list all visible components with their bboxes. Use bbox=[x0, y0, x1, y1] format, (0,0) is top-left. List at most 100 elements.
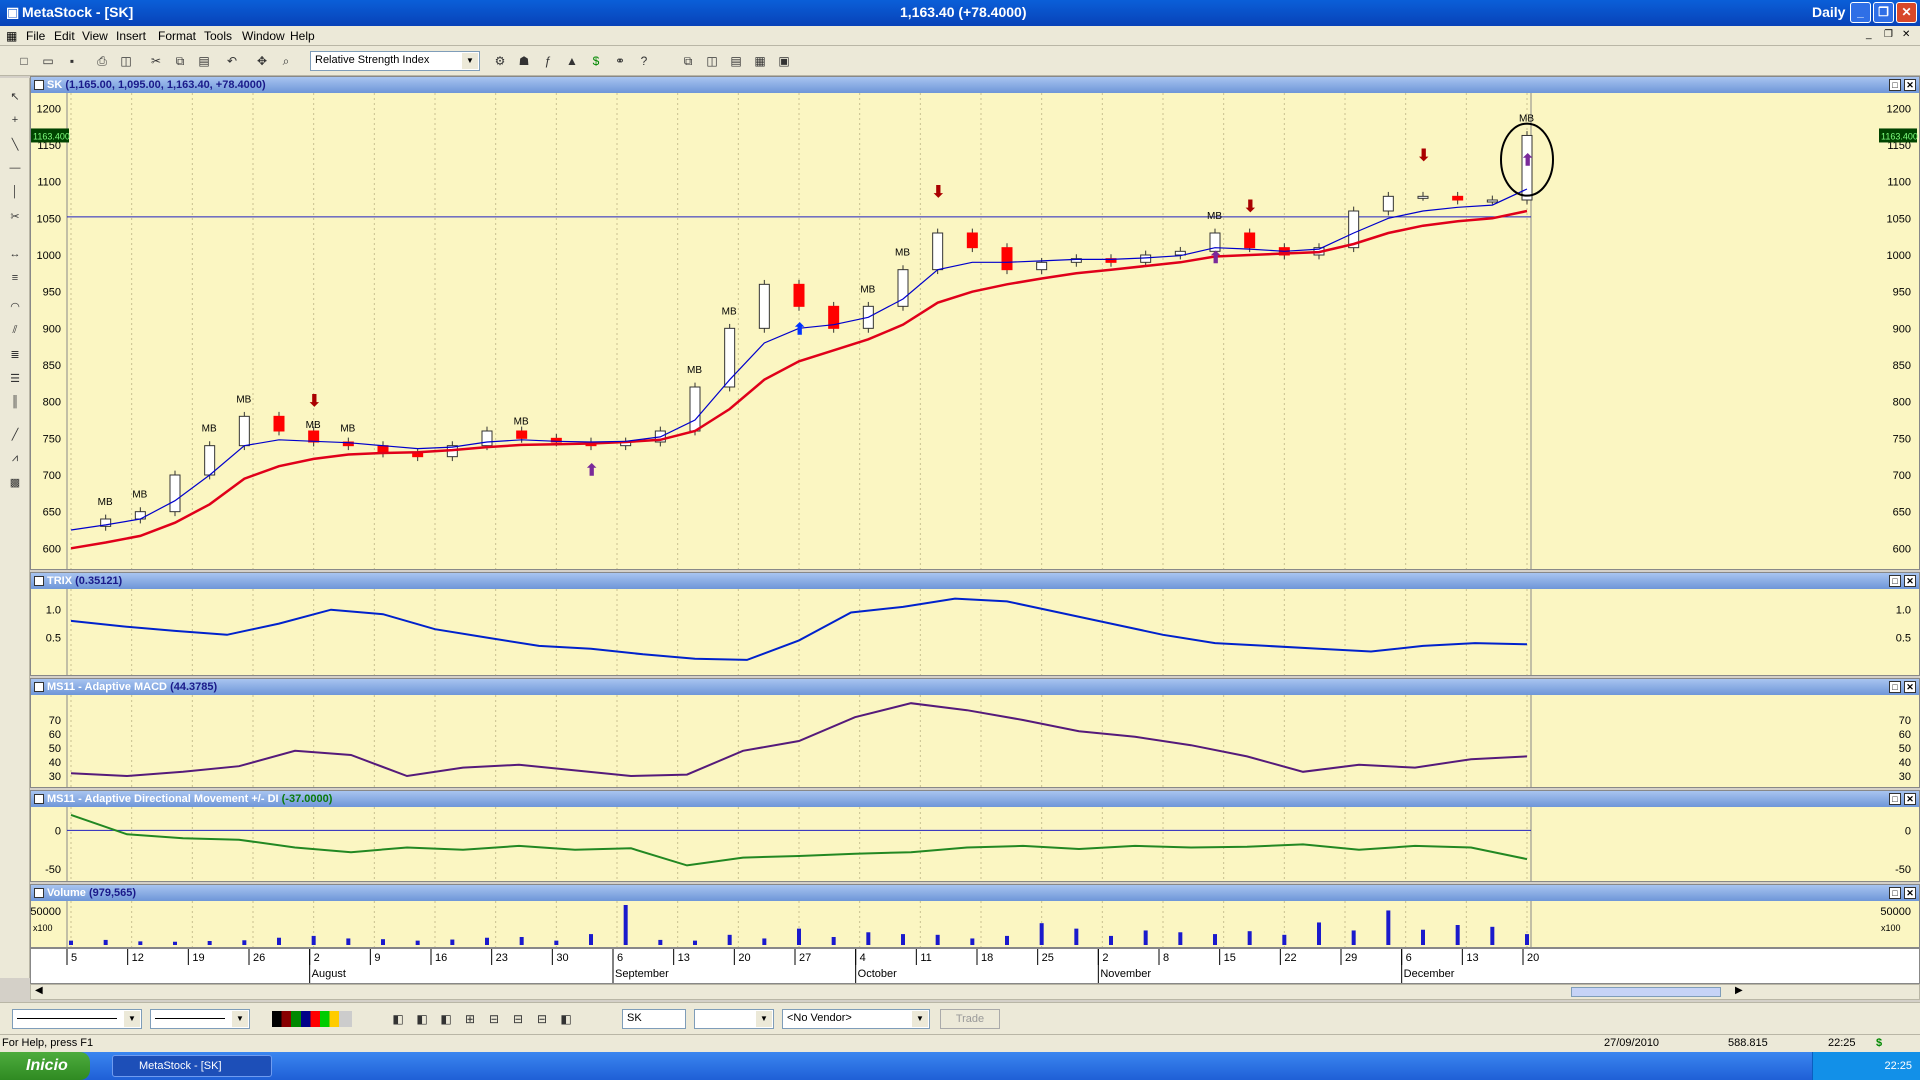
indicator-select[interactable]: Relative Strength Index ▼ bbox=[310, 51, 480, 71]
scroll-thumb[interactable] bbox=[1571, 987, 1721, 997]
fibonacci-icon[interactable]: ≣ bbox=[7, 348, 23, 364]
menu-edit[interactable]: Edit bbox=[54, 29, 75, 43]
system-tester-icon[interactable]: ▲ bbox=[564, 53, 580, 69]
macd-pane[interactable]: MS11 - Adaptive MACD (44.3785) □ ✕ 70 70 6… bbox=[30, 678, 1920, 788]
volume-unit: x100 bbox=[1881, 923, 1901, 933]
style-icon-6[interactable]: ⊟ bbox=[510, 1011, 526, 1027]
new-icon[interactable]: □ bbox=[16, 53, 32, 69]
style-icon-1[interactable]: ◧ bbox=[390, 1011, 406, 1027]
formula-icon[interactable]: ƒ bbox=[540, 53, 556, 69]
arrows-icon[interactable]: ↔ bbox=[7, 248, 23, 264]
expert-icon[interactable]: ⚙ bbox=[492, 53, 508, 69]
style-icon-3[interactable]: ◧ bbox=[438, 1011, 454, 1027]
pane-close-icon[interactable]: ✕ bbox=[1904, 887, 1916, 899]
binoculars-icon[interactable]: ⚭ bbox=[612, 53, 628, 69]
line-weight-select[interactable]: ▼ bbox=[150, 1009, 250, 1029]
dmi-pane[interactable]: MS11 - Adaptive Directional Movement +/-… bbox=[30, 790, 1920, 882]
line-style-select[interactable]: ▼ bbox=[12, 1009, 142, 1029]
explorer-icon[interactable]: ☗ bbox=[516, 53, 532, 69]
buy-arrow-icon: ⬆ bbox=[793, 321, 806, 338]
cut-icon[interactable]: ✂ bbox=[148, 53, 164, 69]
trade-button[interactable]: Trade bbox=[940, 1009, 1000, 1029]
style-icon-7[interactable]: ⊟ bbox=[534, 1011, 550, 1027]
channel-icon[interactable]: ≡ bbox=[7, 272, 23, 288]
paste-icon[interactable]: ▤ bbox=[196, 53, 212, 69]
pane-maximize-icon[interactable]: □ bbox=[1889, 887, 1901, 899]
symbol-input[interactable]: SK bbox=[622, 1009, 686, 1029]
trendline-icon[interactable]: ╲ bbox=[7, 138, 23, 154]
cycle-icon[interactable]: ║ bbox=[7, 396, 23, 412]
horizontal-scrollbar[interactable]: ◀ ▶ bbox=[30, 984, 1920, 1000]
crosshair-icon[interactable]: + bbox=[7, 114, 23, 130]
arc-icon[interactable]: ◠ bbox=[7, 300, 23, 316]
tile-vertical-icon[interactable]: ◫ bbox=[704, 53, 720, 69]
mdi-minimize-icon[interactable]: _ bbox=[1866, 29, 1872, 40]
menu-window[interactable]: Window bbox=[242, 29, 285, 43]
print-preview-icon[interactable]: ◫ bbox=[118, 53, 134, 69]
volume-pane[interactable]: Volume (979,565) □ ✕ 50000 50000 x100 x100 bbox=[30, 884, 1920, 948]
pane-maximize-icon[interactable]: □ bbox=[1889, 575, 1901, 587]
volume-bar bbox=[381, 939, 385, 945]
vendor-select[interactable]: <No Vendor> ▼ bbox=[782, 1009, 930, 1029]
dollar-icon[interactable]: $ bbox=[588, 53, 604, 69]
pointer-icon[interactable]: ↖ bbox=[7, 90, 23, 106]
y-tick-label: 750 bbox=[1893, 433, 1911, 445]
open-icon[interactable]: ▭ bbox=[40, 53, 56, 69]
price-pane-label: SK bbox=[47, 79, 63, 91]
pane-close-icon[interactable]: ✕ bbox=[1904, 79, 1916, 91]
sell-arrow-icon: ⬇ bbox=[308, 393, 321, 410]
color-palette[interactable] bbox=[272, 1011, 352, 1027]
mdi-restore-icon[interactable]: ❐ bbox=[1884, 29, 1893, 40]
volume-pane-label: Volume bbox=[47, 887, 86, 899]
print-icon[interactable]: ⎙ bbox=[94, 53, 110, 69]
price-pane[interactable]: SK (1,165.00, 1,095.00, 1,163.40, +78.40… bbox=[30, 76, 1920, 570]
scissors-icon[interactable]: ✂ bbox=[7, 210, 23, 226]
exchange-select[interactable]: ▼ bbox=[694, 1009, 774, 1029]
style-icon-2[interactable]: ◧ bbox=[414, 1011, 430, 1027]
style-icon-8[interactable]: ◧ bbox=[558, 1011, 574, 1027]
undo-icon[interactable]: ↶ bbox=[224, 53, 240, 69]
pane-close-icon[interactable]: ✕ bbox=[1904, 793, 1916, 805]
vertical-line-icon[interactable]: │ bbox=[7, 186, 23, 202]
scroll-left-icon[interactable]: ◀ bbox=[35, 985, 43, 996]
cascade-icon[interactable]: ⧉ bbox=[680, 53, 696, 69]
save-icon[interactable]: ▪ bbox=[64, 53, 80, 69]
menu-view[interactable]: View bbox=[82, 29, 108, 43]
tile-grid-icon[interactable]: ▦ bbox=[752, 53, 768, 69]
tile-horizontal-icon[interactable]: ▤ bbox=[728, 53, 744, 69]
menu-insert[interactable]: Insert bbox=[116, 29, 146, 43]
style-icon-4[interactable]: ⊞ bbox=[462, 1011, 478, 1027]
close-icon[interactable]: ✕ bbox=[1896, 2, 1917, 23]
pane-maximize-icon[interactable]: □ bbox=[1889, 793, 1901, 805]
pane-close-icon[interactable]: ✕ bbox=[1904, 681, 1916, 693]
menu-format[interactable]: Format bbox=[158, 29, 196, 43]
arrange-icon[interactable]: ▣ bbox=[776, 53, 792, 69]
taskbar-item-metastock[interactable]: MetaStock - [SK] bbox=[112, 1055, 272, 1077]
grid-icon[interactable]: ▩ bbox=[7, 476, 23, 492]
context-help-icon[interactable]: ? bbox=[636, 53, 652, 69]
volume-bar bbox=[1525, 934, 1529, 945]
style-icon-5[interactable]: ⊟ bbox=[486, 1011, 502, 1027]
trix-pane[interactable]: TRIX (0.35121) □ ✕ 1.0 1.0 0.5 0.5 bbox=[30, 572, 1920, 676]
pane-maximize-icon[interactable]: □ bbox=[1889, 79, 1901, 91]
zoom-icon[interactable]: ⌕ bbox=[278, 53, 294, 69]
vendor-select-value: <No Vendor> bbox=[787, 1012, 852, 1024]
gann-icon[interactable]: ⩘ bbox=[7, 452, 23, 468]
move-icon[interactable]: ✥ bbox=[254, 53, 270, 69]
fan-icon[interactable]: ⫽ bbox=[7, 324, 23, 340]
last-price-badge-text: 1163.400 bbox=[33, 131, 70, 141]
restore-icon[interactable]: ❐ bbox=[1873, 2, 1894, 23]
minimize-icon[interactable]: _ bbox=[1850, 2, 1871, 23]
pencil-icon[interactable]: ╱ bbox=[7, 428, 23, 444]
menu-tools[interactable]: Tools bbox=[204, 29, 232, 43]
start-button[interactable]: Inicio bbox=[0, 1052, 90, 1080]
horizontal-line-icon[interactable]: — bbox=[7, 162, 23, 178]
pane-maximize-icon[interactable]: □ bbox=[1889, 681, 1901, 693]
mdi-close-icon[interactable]: ✕ bbox=[1902, 29, 1910, 40]
retracement-icon[interactable]: ☰ bbox=[7, 372, 23, 388]
scroll-right-icon[interactable]: ▶ bbox=[1735, 985, 1743, 996]
copy-icon[interactable]: ⧉ bbox=[172, 53, 188, 69]
menu-help[interactable]: Help bbox=[290, 29, 315, 43]
menu-file[interactable]: File bbox=[26, 29, 45, 43]
pane-close-icon[interactable]: ✕ bbox=[1904, 575, 1916, 587]
